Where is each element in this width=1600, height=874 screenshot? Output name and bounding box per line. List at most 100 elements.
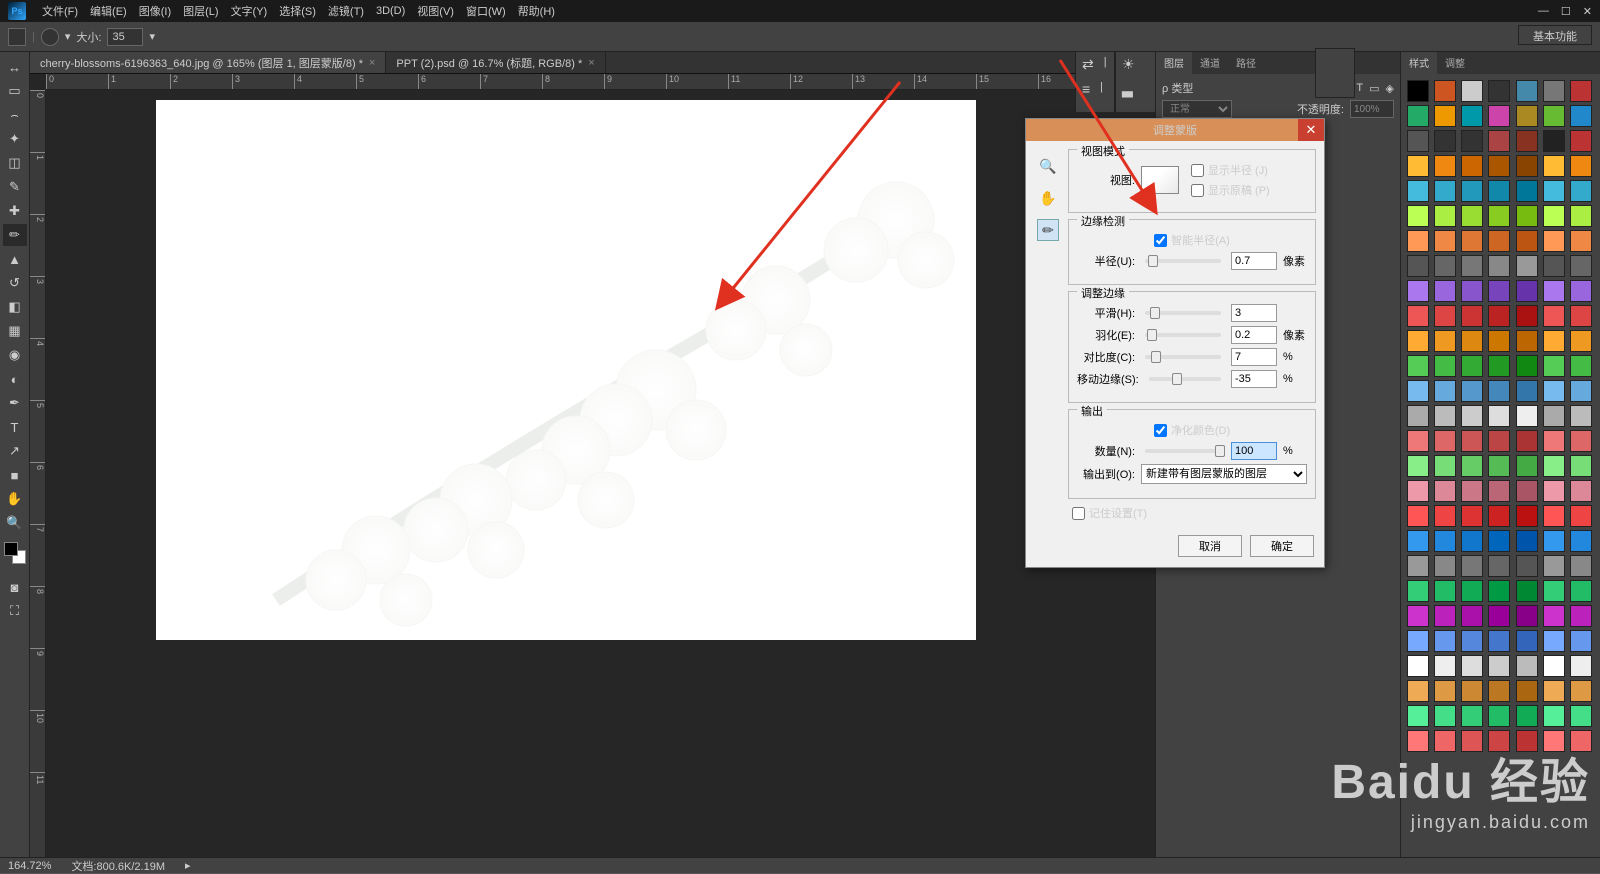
style-swatch[interactable] bbox=[1516, 355, 1538, 377]
style-swatch[interactable] bbox=[1434, 230, 1456, 252]
style-swatch[interactable] bbox=[1407, 155, 1429, 177]
style-swatch[interactable] bbox=[1570, 230, 1592, 252]
style-swatch[interactable] bbox=[1516, 580, 1538, 602]
dialog-titlebar[interactable]: 调整蒙版 ✕ bbox=[1026, 119, 1324, 141]
style-swatch[interactable] bbox=[1543, 105, 1565, 127]
style-swatch[interactable] bbox=[1407, 355, 1429, 377]
style-swatch[interactable] bbox=[1570, 180, 1592, 202]
style-swatch[interactable] bbox=[1461, 230, 1483, 252]
stamp-tool-icon[interactable]: ▲ bbox=[3, 248, 27, 270]
style-swatch[interactable] bbox=[1570, 655, 1592, 677]
shift-slider[interactable] bbox=[1149, 377, 1221, 381]
purify-checkbox[interactable]: 净化颜色(D) bbox=[1154, 422, 1230, 438]
style-swatch[interactable] bbox=[1434, 255, 1456, 277]
style-swatch[interactable] bbox=[1461, 405, 1483, 427]
style-swatch[interactable] bbox=[1543, 605, 1565, 627]
eyedropper-tool-icon[interactable]: ✎ bbox=[3, 176, 27, 198]
style-swatch[interactable] bbox=[1516, 455, 1538, 477]
style-swatch[interactable] bbox=[1434, 530, 1456, 552]
tab-close-icon[interactable]: × bbox=[588, 57, 594, 69]
style-swatch[interactable] bbox=[1488, 555, 1510, 577]
workspace-label[interactable]: 基本功能 bbox=[1518, 25, 1592, 45]
filter-icon[interactable]: ◈ bbox=[1386, 82, 1394, 95]
style-swatch[interactable] bbox=[1407, 380, 1429, 402]
style-swatch[interactable] bbox=[1488, 630, 1510, 652]
style-swatch[interactable] bbox=[1407, 630, 1429, 652]
smart-radius-checkbox[interactable]: 智能半径(A) bbox=[1154, 232, 1230, 248]
style-swatch[interactable] bbox=[1407, 505, 1429, 527]
style-swatch[interactable] bbox=[1407, 455, 1429, 477]
style-swatch[interactable] bbox=[1543, 455, 1565, 477]
blend-mode-select[interactable]: 正常 bbox=[1162, 100, 1232, 118]
style-swatch[interactable] bbox=[1434, 105, 1456, 127]
style-swatch[interactable] bbox=[1488, 705, 1510, 727]
style-swatch[interactable] bbox=[1407, 730, 1429, 752]
style-swatch[interactable] bbox=[1407, 430, 1429, 452]
smooth-input[interactable] bbox=[1231, 304, 1277, 322]
style-swatch[interactable] bbox=[1543, 705, 1565, 727]
style-swatch[interactable] bbox=[1407, 205, 1429, 227]
style-swatch[interactable] bbox=[1516, 530, 1538, 552]
style-swatch[interactable] bbox=[1516, 380, 1538, 402]
style-swatch[interactable] bbox=[1461, 430, 1483, 452]
style-swatch[interactable] bbox=[1516, 430, 1538, 452]
opacity-input[interactable] bbox=[1350, 100, 1394, 118]
style-swatch[interactable] bbox=[1461, 255, 1483, 277]
style-swatch[interactable] bbox=[1543, 505, 1565, 527]
style-swatch[interactable] bbox=[1488, 505, 1510, 527]
type-tool-icon[interactable]: T bbox=[3, 416, 27, 438]
style-swatch[interactable] bbox=[1516, 705, 1538, 727]
color-chips[interactable] bbox=[4, 542, 26, 564]
style-swatch[interactable] bbox=[1543, 355, 1565, 377]
style-swatch[interactable] bbox=[1407, 305, 1429, 327]
tab-layers[interactable]: 图层 bbox=[1156, 52, 1192, 74]
shape-tool-icon[interactable]: ■ bbox=[3, 464, 27, 486]
style-swatch[interactable] bbox=[1570, 455, 1592, 477]
dropdown-icon[interactable]: ▾ bbox=[149, 30, 155, 43]
menu-help[interactable]: 帮助(H) bbox=[512, 3, 561, 19]
menu-layer[interactable]: 图层(L) bbox=[177, 3, 224, 19]
style-swatch[interactable] bbox=[1461, 130, 1483, 152]
style-swatch[interactable] bbox=[1461, 205, 1483, 227]
style-swatch[interactable] bbox=[1516, 330, 1538, 352]
style-swatch[interactable] bbox=[1488, 580, 1510, 602]
style-swatch[interactable] bbox=[1434, 630, 1456, 652]
style-swatch[interactable] bbox=[1461, 380, 1483, 402]
style-swatch[interactable] bbox=[1516, 130, 1538, 152]
style-swatch[interactable] bbox=[1407, 555, 1429, 577]
style-swatch[interactable] bbox=[1570, 730, 1592, 752]
quickmask-icon[interactable]: ◙ bbox=[3, 576, 27, 598]
style-swatch[interactable] bbox=[1570, 255, 1592, 277]
zoom-tool-icon[interactable]: 🔍 bbox=[1037, 155, 1059, 177]
cancel-button[interactable]: 取消 bbox=[1178, 535, 1242, 557]
style-swatch[interactable] bbox=[1570, 355, 1592, 377]
style-swatch[interactable] bbox=[1488, 330, 1510, 352]
menu-view[interactable]: 视图(V) bbox=[411, 3, 460, 19]
style-swatch[interactable] bbox=[1570, 280, 1592, 302]
style-swatch[interactable] bbox=[1516, 180, 1538, 202]
style-swatch[interactable] bbox=[1461, 80, 1483, 102]
pen-tool-icon[interactable]: ✒ bbox=[3, 392, 27, 414]
tool-preset-icon[interactable] bbox=[8, 28, 26, 46]
style-swatch[interactable] bbox=[1543, 730, 1565, 752]
style-swatch[interactable] bbox=[1434, 580, 1456, 602]
style-swatch[interactable] bbox=[1434, 505, 1456, 527]
close-icon[interactable]: ✕ bbox=[1583, 5, 1592, 18]
smooth-slider[interactable] bbox=[1145, 311, 1221, 315]
style-swatch[interactable] bbox=[1488, 730, 1510, 752]
style-swatch[interactable] bbox=[1516, 480, 1538, 502]
style-swatch[interactable] bbox=[1488, 380, 1510, 402]
menu-select[interactable]: 选择(S) bbox=[273, 3, 322, 19]
style-swatch[interactable] bbox=[1461, 505, 1483, 527]
contrast-slider[interactable] bbox=[1145, 355, 1221, 359]
style-swatch[interactable] bbox=[1488, 480, 1510, 502]
filter-icon[interactable]: ▭ bbox=[1369, 82, 1379, 95]
style-swatch[interactable] bbox=[1516, 80, 1538, 102]
style-swatch[interactable] bbox=[1570, 580, 1592, 602]
style-swatch[interactable] bbox=[1570, 405, 1592, 427]
history-brush-icon[interactable]: ↺ bbox=[3, 272, 27, 294]
style-swatch[interactable] bbox=[1434, 705, 1456, 727]
style-swatch[interactable] bbox=[1461, 655, 1483, 677]
style-swatch[interactable] bbox=[1461, 155, 1483, 177]
style-swatch[interactable] bbox=[1407, 180, 1429, 202]
